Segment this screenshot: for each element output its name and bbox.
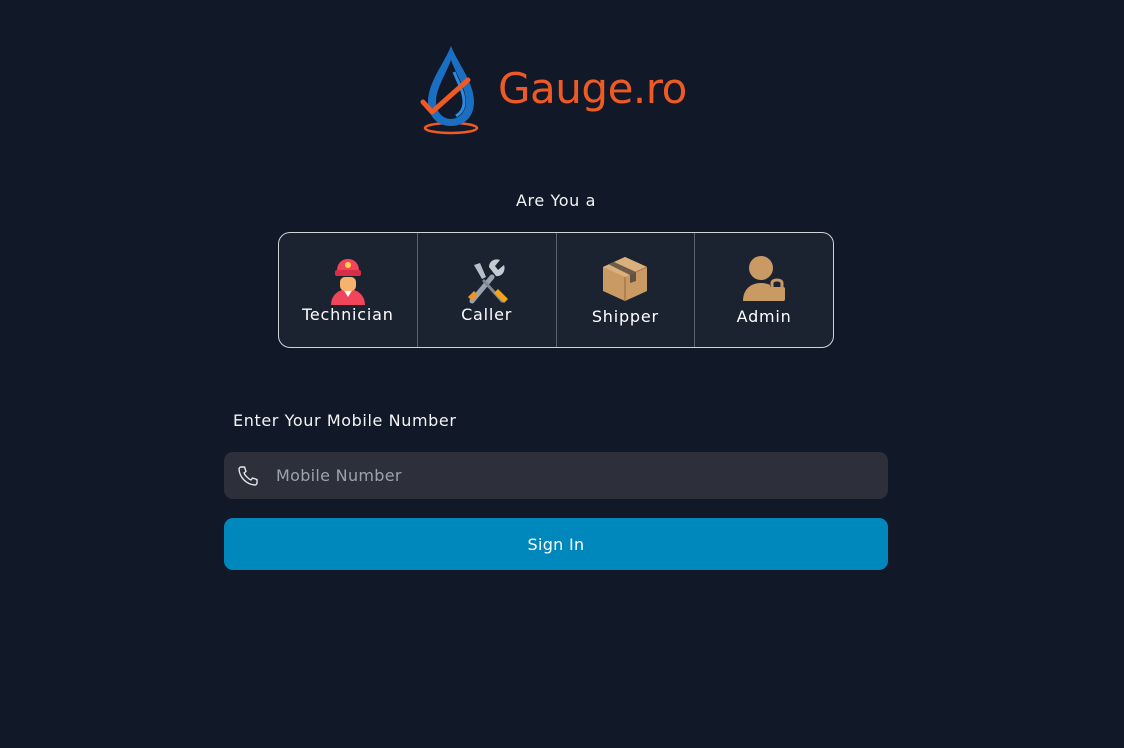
role-label-caller: Caller [461, 304, 513, 324]
admin-lock-icon [743, 255, 786, 301]
role-shipper[interactable]: Shipper [557, 233, 696, 347]
role-label-admin: Admin [736, 306, 792, 326]
role-selector: Technician Caller Shipper Admin [278, 232, 834, 348]
mobile-number-label: Enter Your Mobile Number [233, 411, 457, 430]
phone-icon [238, 466, 258, 486]
role-prompt: Are You a [516, 191, 596, 210]
brand-logo: Gauge.ro [418, 42, 708, 142]
role-label-technician: Technician [302, 304, 394, 324]
water-drop-check-logo-icon [420, 46, 479, 135]
role-caller[interactable]: Caller [418, 233, 557, 347]
brand-name: Gauge.ro [498, 64, 687, 113]
package-icon [603, 256, 648, 301]
role-technician[interactable]: Technician [279, 233, 418, 347]
technician-icon [330, 258, 365, 305]
sign-in-button[interactable]: Sign In [224, 518, 888, 570]
role-label-shipper: Shipper [591, 306, 659, 326]
role-admin[interactable]: Admin [695, 233, 833, 347]
mobile-number-input[interactable] [276, 452, 866, 499]
tools-icon [467, 258, 508, 303]
mobile-number-field[interactable] [224, 452, 888, 499]
